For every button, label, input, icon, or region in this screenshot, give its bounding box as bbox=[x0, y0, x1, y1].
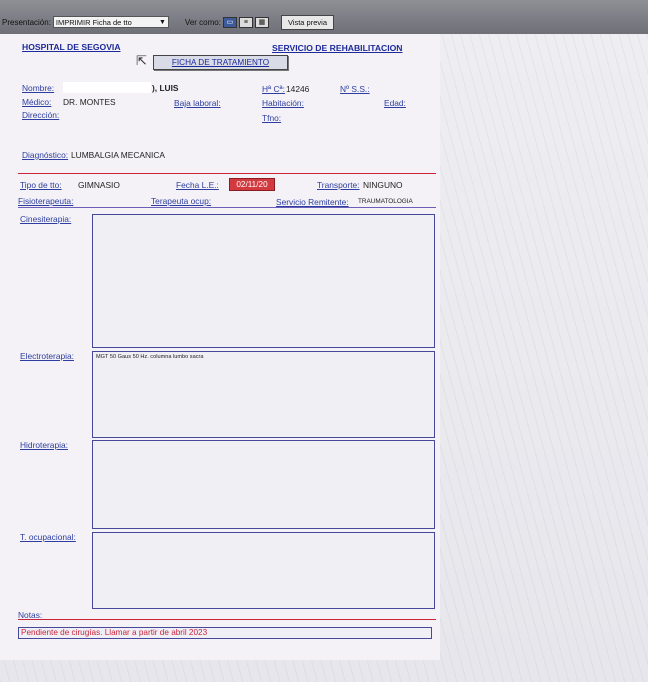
treatment-divider bbox=[18, 207, 436, 208]
date-label: Fecha L.E.: bbox=[176, 180, 219, 190]
sick-leave-label: Baja laboral: bbox=[174, 98, 221, 108]
hydrotherapy-label: Hidroterapia: bbox=[20, 440, 68, 450]
hydrotherapy-field[interactable] bbox=[92, 440, 435, 529]
toolbar: Presentación: IMPRIMIR Ficha de tto ▼ Ve… bbox=[0, 0, 648, 34]
mouse-cursor-icon: ⇱ bbox=[136, 53, 147, 68]
presentation-label: Presentación: bbox=[2, 17, 51, 27]
presentation-select[interactable]: IMPRIMIR Ficha de tto ▼ bbox=[52, 16, 169, 28]
electrotherapy-field[interactable]: MGT 50 Gaus 50 Hz. columna lumbo sacra bbox=[92, 351, 435, 438]
form-view-icon[interactable]: ▭ bbox=[222, 16, 237, 28]
ot-therapist-label: Terapeuta ocup: bbox=[151, 196, 212, 206]
doctor-label: Médico: bbox=[22, 97, 52, 107]
physio-label: Fisioterapeuta: bbox=[18, 196, 74, 206]
chevron-down-icon: ▼ bbox=[158, 18, 166, 26]
phone-label: Tfno: bbox=[262, 113, 282, 123]
ss-label: Nº S.S.: bbox=[340, 84, 370, 94]
table-view-icon[interactable]: ▦ bbox=[254, 16, 269, 28]
form-tab-button[interactable]: FICHA DE TRATAMIENTO bbox=[153, 55, 288, 70]
notes-field[interactable]: Pendiente de cirugías. Llamar a partir d… bbox=[18, 627, 432, 639]
transport-label: Transporte: bbox=[317, 180, 360, 190]
hc-label: Hª Cª: bbox=[262, 84, 285, 94]
redacted-name-field bbox=[63, 82, 151, 93]
kinesitherapy-label: Cinesiterapia: bbox=[20, 214, 72, 224]
doctor-value: DR. MONTES bbox=[63, 97, 116, 107]
hospital-title: HOSPITAL DE SEGOVIA bbox=[22, 42, 121, 52]
name-label: Nombre: bbox=[22, 83, 55, 93]
presentation-select-value: IMPRIMIR Ficha de tto bbox=[55, 17, 132, 27]
notes-divider bbox=[18, 619, 436, 620]
treatment-type-value: GIMNASIO bbox=[78, 180, 120, 190]
age-label: Edad: bbox=[384, 98, 406, 108]
address-label: Dirección: bbox=[22, 110, 60, 120]
kinesitherapy-field[interactable] bbox=[92, 214, 435, 348]
service-title: SERVICIO DE REHABILITACION bbox=[272, 43, 403, 53]
hc-value: 14246 bbox=[286, 84, 310, 94]
electrotherapy-label: Electroterapia: bbox=[20, 351, 74, 361]
name-value: ), LUIS bbox=[152, 83, 179, 93]
date-field[interactable]: 02/11/20 bbox=[229, 178, 275, 191]
diagnosis-label: Diagnóstico: bbox=[22, 150, 69, 160]
preview-button[interactable]: Vista previa bbox=[280, 14, 334, 30]
room-label: Habitación: bbox=[262, 98, 304, 108]
diagnosis-value: LUMBALGIA MECANICA bbox=[71, 150, 166, 160]
treatment-type-label: Tipo de tto: bbox=[20, 180, 62, 190]
transport-value: NINGUNO bbox=[363, 180, 403, 190]
occupational-therapy-label: T. ocupacional: bbox=[20, 532, 76, 542]
referring-service-label: Servicio Remitente: bbox=[276, 197, 349, 207]
view-as-label: Ver como: bbox=[184, 17, 221, 27]
list-view-icon[interactable]: ≡ bbox=[238, 16, 253, 28]
treatment-form: HOSPITAL DE SEGOVIA SERVICIO DE REHABILI… bbox=[0, 34, 440, 660]
referring-service-value: TRAUMATOLOGIA bbox=[358, 198, 413, 205]
toolbar-row: Presentación: IMPRIMIR Ficha de tto ▼ Ve… bbox=[0, 14, 334, 30]
occupational-therapy-field[interactable] bbox=[92, 532, 435, 609]
section-divider bbox=[18, 173, 436, 174]
